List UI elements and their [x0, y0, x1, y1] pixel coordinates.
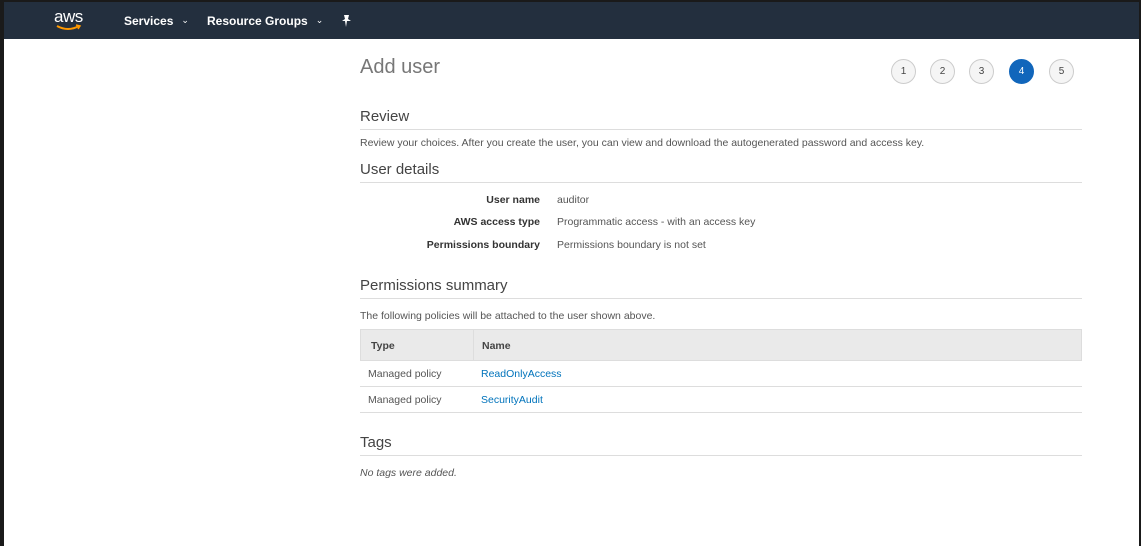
- chevron-down-icon: ⌄: [315, 15, 324, 25]
- table-row: Managed policy SecurityAudit: [360, 388, 1082, 413]
- divider: [360, 298, 1082, 299]
- divider: [360, 129, 1082, 130]
- wizard-step-5[interactable]: 5: [1049, 59, 1074, 84]
- policy-name-link[interactable]: SecurityAudit: [481, 394, 543, 406]
- services-menu-label: Services: [124, 13, 174, 28]
- page-title: Add user: [360, 56, 441, 78]
- aws-smile-icon: [56, 24, 82, 30]
- column-divider: [473, 330, 474, 360]
- review-description: Review your choices. After you create th…: [360, 137, 925, 149]
- aws-logo[interactable]: aws: [54, 8, 94, 34]
- user-name-label: User name: [486, 194, 540, 206]
- resource-groups-menu-label: Resource Groups: [207, 13, 308, 28]
- user-details-heading: User details: [360, 161, 440, 178]
- table-row: Managed policy ReadOnlyAccess: [360, 362, 1082, 387]
- column-header-type[interactable]: Type: [371, 340, 395, 352]
- wizard-step-4[interactable]: 4: [1009, 59, 1034, 84]
- wizard-step-1[interactable]: 1: [891, 59, 916, 84]
- column-header-name[interactable]: Name: [482, 340, 511, 352]
- services-menu[interactable]: Services ⌄: [124, 2, 189, 39]
- wizard-step-3[interactable]: 3: [969, 59, 994, 84]
- permissions-boundary-label: Permissions boundary: [426, 239, 540, 251]
- permissions-description: The following policies will be attached …: [360, 310, 656, 322]
- aws-logo-text: aws: [54, 7, 83, 26]
- window-frame: [0, 0, 1141, 546]
- wizard-step-2[interactable]: 2: [930, 59, 955, 84]
- divider: [360, 182, 1082, 183]
- pin-icon[interactable]: [341, 2, 352, 39]
- policy-name-link[interactable]: ReadOnlyAccess: [481, 368, 562, 380]
- policy-type: Managed policy: [368, 394, 442, 406]
- tags-heading: Tags: [360, 434, 392, 451]
- top-navigation-bar: aws Services ⌄ Resource Groups ⌄: [4, 2, 1139, 39]
- user-name-value: auditor: [557, 194, 590, 206]
- permissions-summary-heading: Permissions summary: [360, 277, 508, 294]
- table-header: Type Name: [360, 329, 1082, 361]
- access-type-value: Programmatic access - with an access key: [557, 216, 756, 228]
- review-heading: Review: [360, 108, 410, 125]
- policy-type: Managed policy: [368, 368, 442, 380]
- no-tags-text: No tags were added.: [360, 467, 457, 479]
- divider: [360, 455, 1082, 456]
- resource-groups-menu[interactable]: Resource Groups ⌄: [207, 2, 323, 39]
- access-type-label: AWS access type: [453, 216, 540, 228]
- chevron-down-icon: ⌄: [181, 15, 189, 25]
- permissions-boundary-value: Permissions boundary is not set: [557, 239, 706, 251]
